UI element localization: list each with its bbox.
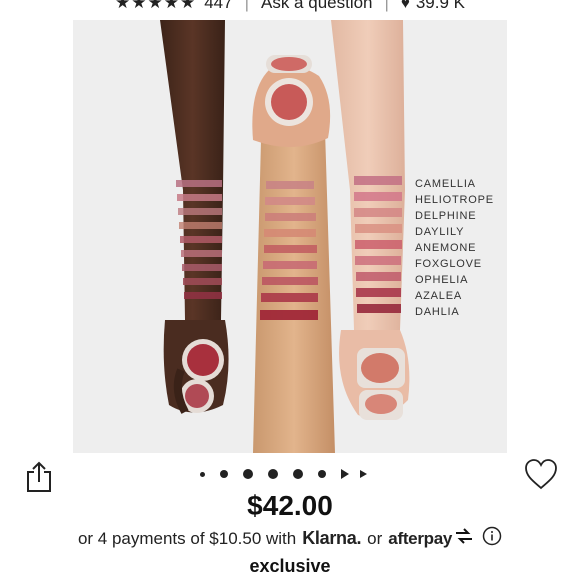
reviews-bar: ★★★★★ 447 | Ask a question | ♥ 39.9 K [0,0,580,14]
heart-icon [525,459,557,490]
divider: | [384,0,389,12]
shade-name: AZALEA [415,290,462,302]
video-play-icon[interactable] [360,470,367,478]
divider: | [244,0,249,12]
share-button[interactable] [24,460,54,494]
shade-name: HELIOTROPE [415,194,494,206]
afterpay-logo[interactable]: afterpay [388,529,452,549]
carousel-dot[interactable] [200,471,205,477]
image-carousel-indicator [200,466,378,482]
shade-name-list: CAMELLIA HELIOTROPE DELPHINE DAYLILY ANE… [415,176,494,320]
product-price: $42.00 [247,490,333,521]
light-arm-swatches [354,176,402,313]
afterpay-arrows-icon [454,528,474,549]
dark-arm-swatches [176,180,222,299]
installment-text: or 4 payments of $10.50 with [77,528,297,548]
ask-question-link[interactable]: Ask a question [261,0,373,13]
carousel-dot-active[interactable] [243,469,253,479]
info-icon[interactable] [482,526,502,551]
shade-name: DAYLILY [415,226,465,238]
exclusive-badge: exclusive [249,556,331,576]
rating-stars[interactable]: ★★★★★ [115,0,196,13]
carousel-dot[interactable] [318,470,326,478]
shade-name: CAMELLIA [415,178,476,190]
middle-arm-swatches [260,181,318,320]
video-play-icon[interactable] [341,469,349,479]
share-icon [27,461,51,492]
shade-name: OPHELIA [415,274,469,286]
review-count[interactable]: 447 [204,0,232,13]
favorite-button[interactable] [523,457,559,491]
shade-name: ANEMONE [415,242,477,254]
like-count: 39.9 K [415,0,465,12]
like-heart-icon[interactable]: ♥ [401,0,410,12]
carousel-dot[interactable] [293,469,303,479]
carousel-dot[interactable] [220,470,228,478]
product-image[interactable]: CAMELLIA HELIOTROPE DELPHINE DAYLILY ANE… [73,20,507,453]
shade-name: DAHLIA [415,306,460,318]
or-text: or [367,528,383,548]
klarna-logo[interactable]: Klarna. [302,528,361,549]
installment-payments: or 4 payments of $10.50 with Klarna. or … [0,526,580,551]
shade-name: FOXGLOVE [415,258,482,270]
shade-name: DELPHINE [415,210,477,222]
carousel-dot[interactable] [268,469,278,479]
